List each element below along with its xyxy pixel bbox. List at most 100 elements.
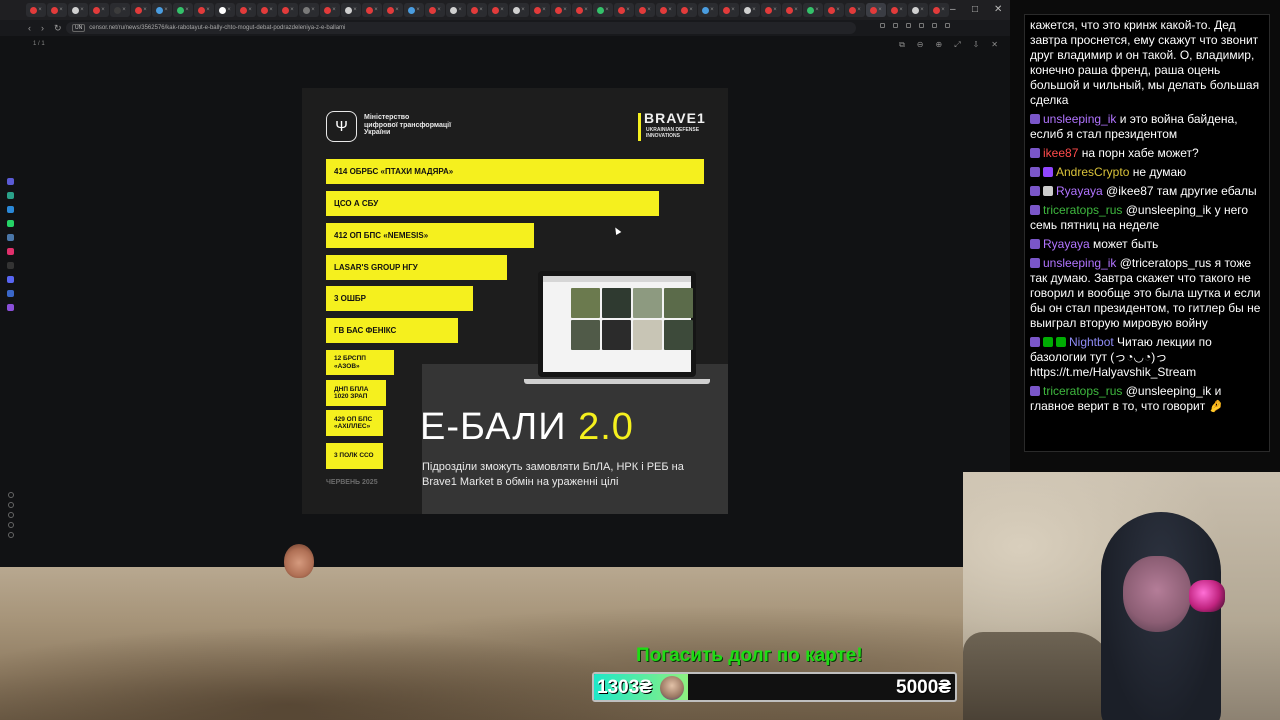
- browser-tab[interactable]: ×: [656, 3, 676, 17]
- extension-icon[interactable]: [906, 23, 911, 28]
- tab-close-icon[interactable]: ×: [59, 7, 63, 13]
- browser-tab[interactable]: ×: [110, 3, 130, 17]
- app-icon[interactable]: [7, 178, 14, 185]
- tab-close-icon[interactable]: ×: [941, 7, 945, 13]
- chat-username[interactable]: ikee87: [1043, 146, 1078, 160]
- back-icon[interactable]: ‹: [28, 23, 31, 33]
- browser-tab[interactable]: ×: [278, 3, 298, 17]
- tab-close-icon[interactable]: ×: [437, 7, 441, 13]
- tab-close-icon[interactable]: ×: [38, 7, 42, 13]
- chat-username[interactable]: Nightbot: [1069, 335, 1114, 349]
- browser-tab[interactable]: ×: [173, 3, 193, 17]
- fullscreen-icon[interactable]: ⤢: [954, 41, 960, 49]
- browser-tab[interactable]: ×: [803, 3, 823, 17]
- tab-close-icon[interactable]: ×: [836, 7, 840, 13]
- tab-close-icon[interactable]: ×: [206, 7, 210, 13]
- tab-close-icon[interactable]: ×: [122, 7, 126, 13]
- browser-tab[interactable]: ×: [698, 3, 718, 17]
- browser-tab[interactable]: ×: [866, 3, 886, 17]
- heart-icon[interactable]: [8, 492, 14, 498]
- browser-tab[interactable]: ×: [719, 3, 739, 17]
- tab-close-icon[interactable]: ×: [479, 7, 483, 13]
- tab-close-icon[interactable]: ×: [773, 7, 777, 13]
- tab-close-icon[interactable]: ×: [290, 7, 294, 13]
- close-window-button[interactable]: ✕: [994, 3, 1002, 17]
- tab-close-icon[interactable]: ×: [668, 7, 672, 13]
- browser-tab[interactable]: ×: [89, 3, 109, 17]
- site-info-badge[interactable]: UN: [72, 24, 86, 32]
- tab-close-icon[interactable]: ×: [584, 7, 588, 13]
- browser-tab[interactable]: ×: [572, 3, 592, 17]
- zoom-out-icon[interactable]: ⊖: [917, 41, 924, 49]
- settings-icon[interactable]: [8, 522, 14, 528]
- tab-close-icon[interactable]: ×: [311, 7, 315, 13]
- chat-username[interactable]: triceratops_rus: [1043, 203, 1122, 217]
- tab-close-icon[interactable]: ×: [563, 7, 567, 13]
- tab-close-icon[interactable]: ×: [248, 7, 252, 13]
- maximize-button[interactable]: □: [972, 3, 978, 17]
- extension-icon[interactable]: [880, 23, 885, 28]
- browser-tab[interactable]: ×: [614, 3, 634, 17]
- browser-tab[interactable]: ×: [26, 3, 46, 17]
- tab-close-icon[interactable]: ×: [101, 7, 105, 13]
- url-input[interactable]: UN censor.net/ru/news/3562576/kak-rabota…: [66, 22, 856, 34]
- browser-tab[interactable]: ×: [908, 3, 928, 17]
- zoom-in-icon[interactable]: ⊕: [935, 41, 942, 49]
- browser-tab[interactable]: ×: [404, 3, 424, 17]
- url-text[interactable]: censor.net/ru/news/3562576/kak-rabotayut…: [89, 25, 345, 31]
- telegram-icon[interactable]: [7, 206, 14, 213]
- vk-icon[interactable]: [7, 234, 14, 241]
- browser-tab[interactable]: ×: [740, 3, 760, 17]
- notes-icon[interactable]: [8, 512, 14, 518]
- tab-close-icon[interactable]: ×: [731, 7, 735, 13]
- discord-icon[interactable]: [7, 276, 14, 283]
- extension-icon[interactable]: [945, 23, 950, 28]
- reload-icon[interactable]: ↻: [54, 23, 62, 33]
- tab-close-icon[interactable]: ×: [500, 7, 504, 13]
- tab-close-icon[interactable]: ×: [857, 7, 861, 13]
- copy-icon[interactable]: ⧉: [899, 41, 905, 49]
- browser-tab[interactable]: ×: [551, 3, 571, 17]
- tab-close-icon[interactable]: ×: [227, 7, 231, 13]
- tab-close-icon[interactable]: ×: [878, 7, 882, 13]
- tab-close-icon[interactable]: ×: [416, 7, 420, 13]
- browser-tab[interactable]: ×: [677, 3, 697, 17]
- browser-tab[interactable]: ×: [761, 3, 781, 17]
- tab-close-icon[interactable]: ×: [164, 7, 168, 13]
- forward-icon[interactable]: ›: [41, 23, 44, 33]
- browser-tab[interactable]: ×: [362, 3, 382, 17]
- tab-close-icon[interactable]: ×: [920, 7, 924, 13]
- whatsapp-icon[interactable]: [7, 220, 14, 227]
- tab-close-icon[interactable]: ×: [269, 7, 273, 13]
- download-icon[interactable]: ⇩: [973, 41, 980, 49]
- chat-username[interactable]: Ryayaya: [1056, 184, 1103, 198]
- browser-tab[interactable]: ×: [425, 3, 445, 17]
- tab-close-icon[interactable]: ×: [710, 7, 714, 13]
- tab-close-icon[interactable]: ×: [395, 7, 399, 13]
- browser-tab[interactable]: ×: [194, 3, 214, 17]
- app-icon[interactable]: [7, 290, 14, 297]
- tab-close-icon[interactable]: ×: [815, 7, 819, 13]
- extension-icon[interactable]: [919, 23, 924, 28]
- close-viewer-icon[interactable]: ✕: [991, 41, 998, 49]
- browser-tab[interactable]: ×: [782, 3, 802, 17]
- browser-tab[interactable]: ×: [488, 3, 508, 17]
- browser-tab[interactable]: ×: [530, 3, 550, 17]
- browser-tab[interactable]: ×: [887, 3, 907, 17]
- browser-tab[interactable]: ×: [320, 3, 340, 17]
- history-icon[interactable]: [8, 502, 14, 508]
- tab-close-icon[interactable]: ×: [605, 7, 609, 13]
- tab-close-icon[interactable]: ×: [626, 7, 630, 13]
- browser-tab[interactable]: ×: [215, 3, 235, 17]
- tab-close-icon[interactable]: ×: [80, 7, 84, 13]
- browser-tab[interactable]: ×: [152, 3, 172, 17]
- browser-tab[interactable]: ×: [824, 3, 844, 17]
- browser-tab[interactable]: ×: [383, 3, 403, 17]
- app-icon[interactable]: [7, 192, 14, 199]
- browser-tab[interactable]: ×: [47, 3, 67, 17]
- chat-username[interactable]: unsleeping_ik: [1043, 112, 1116, 126]
- tab-close-icon[interactable]: ×: [185, 7, 189, 13]
- browser-tab[interactable]: ×: [635, 3, 655, 17]
- browser-tab[interactable]: ×: [257, 3, 277, 17]
- x-icon[interactable]: [7, 262, 14, 269]
